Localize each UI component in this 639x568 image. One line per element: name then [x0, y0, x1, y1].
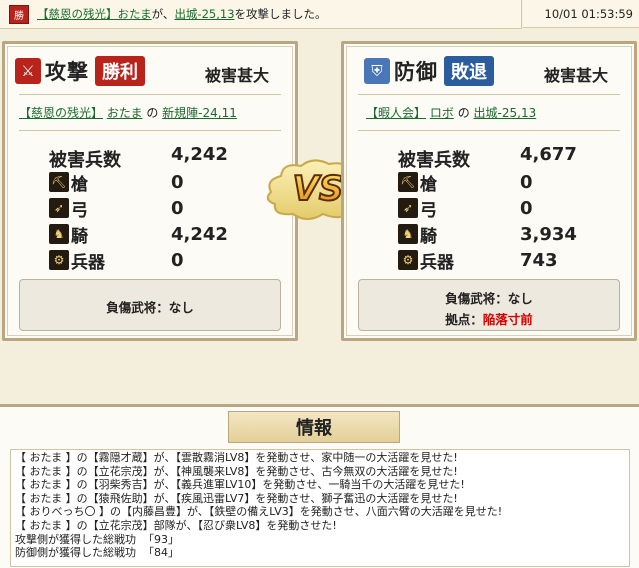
vs-text: VS	[293, 169, 344, 209]
attacker-total-value: 4,242	[171, 144, 228, 165]
defender-player[interactable]: ロボ	[430, 106, 454, 120]
attacker-player[interactable]: おたま	[107, 106, 143, 120]
log-line: 【 おたま 】の【猿飛佐助】が、【疾風迅雷LV7】を発動させ、獅子奮迅の大活躍を…	[15, 491, 458, 505]
spear-icon: ⛏	[49, 172, 69, 192]
attacker-row-siege: ⚙ 兵器 0	[49, 248, 184, 273]
helmet-icon: ⛨	[364, 58, 390, 84]
crossed-swords-icon: ⚔	[15, 58, 41, 84]
spear-icon: ⛏	[398, 172, 418, 192]
defender-base-status: 拠点：陥落寸前	[445, 312, 533, 327]
attacker-total-label: 被害兵数	[49, 150, 121, 171]
attacker-general-box: 負傷武将：なし	[19, 279, 281, 331]
attacker-header: ⚔ 攻撃 勝利	[15, 54, 145, 88]
defender-location[interactable]: 出城-25,13	[474, 106, 537, 120]
base-status-value: 陥落寸前	[482, 312, 533, 327]
info-title: 情報	[228, 411, 400, 443]
defender-header: ⛨ 防御 敗退	[364, 54, 494, 88]
log-line: 【 おりべっち〇 】の【内藤昌豊】が、【鉄壁の備えLV3】を発動させ、八面六臂の…	[15, 505, 503, 519]
defender-row-siege: ⚙ 兵器 743	[398, 248, 558, 273]
notification-text: が、	[151, 7, 175, 21]
defender-row-bow: ➶ 弓 0	[398, 196, 533, 221]
defender-injured-general: 負傷武将：なし	[445, 291, 533, 306]
attacker-side-label: 攻撃	[45, 59, 89, 84]
defender-total-label: 被害兵数	[398, 150, 470, 171]
defender-result-badge: 敗退	[444, 56, 494, 86]
notification-tail: を攻撃しました。	[234, 7, 327, 21]
defender-info: 【暇人会】 ロボ の 出城-25,13	[366, 106, 537, 120]
defender-damage-level: 被害甚大	[543, 66, 608, 85]
attacker-merit-summary: 攻撃側が獲得した総戦功 「93」	[15, 532, 179, 546]
defender-clan[interactable]: 【暇人会】	[366, 106, 426, 120]
battle-notification-bar: 勝 【慈恩の残光】 おたま が、 出城-25,13 を攻撃しました。	[0, 0, 522, 29]
attacker-clan-link[interactable]: 【慈恩の残光】	[37, 6, 118, 22]
defender-row-spear: ⛏ 槍 0	[398, 170, 533, 195]
log-line: 【 おたま 】の【立花宗茂】部隊が、【忍び衆LV8】を発動させた!	[15, 518, 337, 532]
defender-merit-summary: 防御側が獲得した総戦功 「84」	[15, 546, 179, 560]
info-section: 情報 【 おたま 】の【霧隠才蔵】が、【雲散霧消LV8】を発動させ、家中随一の大…	[0, 404, 639, 568]
bow-icon: ➶	[49, 198, 69, 218]
attacker-player-link[interactable]: おたま	[118, 6, 152, 22]
victory-badge: 勝	[9, 4, 29, 24]
attacker-damage-level: 被害甚大	[204, 66, 269, 85]
battle-log: 【 おたま 】の【霧隠才蔵】が、【雲散霧消LV8】を発動させ、家中随一の大活躍を…	[10, 449, 630, 567]
attacker-info: 【慈恩の残光】 おたま の 新規陣-24,11	[19, 106, 237, 120]
attacker-row-cavalry: ♞ 騎 4,242	[49, 222, 228, 247]
horse-icon: ♞	[49, 224, 69, 244]
attacker-location[interactable]: 新規陣-24,11	[162, 106, 237, 120]
defender-panel: ⛨ 防御 敗退 被害甚大 【暇人会】 ロボ の 出城-25,13 被害兵数 4,…	[341, 41, 637, 341]
attacker-result-badge: 勝利	[95, 56, 145, 86]
target-location-link[interactable]: 出城-25,13	[174, 6, 234, 22]
siege-icon: ⚙	[398, 250, 418, 270]
log-line: 【 おたま 】の【霧隠才蔵】が、【雲散霧消LV8】を発動させ、家中随一の大活躍を…	[15, 451, 458, 464]
bow-icon: ➶	[398, 198, 418, 218]
defender-side-label: 防御	[394, 59, 438, 84]
attacker-clan[interactable]: 【慈恩の残光】	[19, 106, 103, 120]
log-line: 【 おたま 】の【羽柴秀吉】が、【義兵進軍LV10】を発動させ、一騎当千の大活躍…	[15, 478, 465, 492]
horse-icon: ♞	[398, 224, 418, 244]
defender-total-value: 4,677	[520, 144, 577, 165]
attacker-row-bow: ➶ 弓 0	[49, 196, 184, 221]
defender-row-cavalry: ♞ 騎 3,934	[398, 222, 577, 247]
attacker-injured-general: 負傷武将：なし	[106, 300, 194, 315]
battle-timestamp: 10/01 01:53:59	[523, 0, 639, 28]
log-line: 【 おたま 】の【立花宗茂】が、【神風襲来LV8】を発動させ、古今無双の大活躍を…	[15, 464, 458, 478]
defender-general-box: 負傷武将：なし 拠点：陥落寸前	[358, 279, 620, 331]
siege-icon: ⚙	[49, 250, 69, 270]
attacker-panel: ⚔ 攻撃 勝利 被害甚大 【慈恩の残光】 おたま の 新規陣-24,11 被害兵…	[2, 41, 298, 341]
attacker-row-spear: ⛏ 槍 0	[49, 170, 184, 195]
